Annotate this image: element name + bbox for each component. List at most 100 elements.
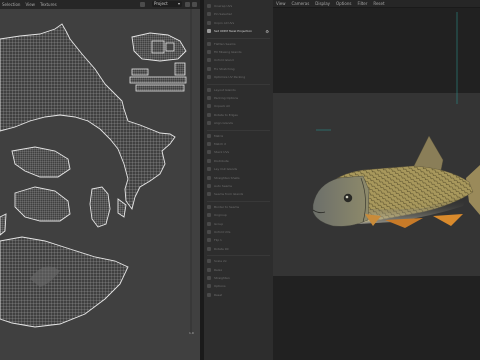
tool-icon [207, 230, 211, 234]
tool-icon [207, 192, 211, 197]
tool-item[interactable]: Optimize UV Packing [207, 74, 270, 80]
tool-item[interactable]: Unpin All UVs [207, 20, 270, 26]
tool-label: Pin Selected [214, 12, 233, 17]
tool-icon [207, 121, 211, 126]
uv-island-fin-bottom[interactable] [14, 186, 71, 222]
tool-label: Unpack All [214, 104, 230, 109]
tool-icon [207, 204, 211, 209]
tool-icon [207, 29, 211, 34]
tool-icon [207, 87, 211, 92]
tool-item[interactable]: Set UDIM Texel Projection ⚙ [207, 28, 270, 34]
tool-item[interactable]: Packing Options [207, 95, 270, 101]
tool-label: Flip U [214, 238, 223, 243]
tools-divider [207, 83, 270, 85]
tool-item[interactable]: Group [207, 221, 270, 227]
tool-icon [207, 50, 211, 54]
tool-item[interactable]: Distribute [207, 158, 270, 164]
uv-island-fin-left[interactable] [11, 146, 71, 178]
tool-item[interactable]: Options [207, 283, 270, 289]
tool-item[interactable]: Straighten [207, 275, 270, 281]
tool-item[interactable]: Straighten Shells [207, 175, 270, 181]
project-dropdown[interactable]: Project [152, 1, 182, 7]
tool-item[interactable]: Unfold UVs [207, 229, 270, 235]
tool-label: Ungroup [214, 213, 227, 218]
tool-item[interactable]: Reset [207, 292, 270, 298]
tool-item[interactable]: Stack UVs [207, 149, 270, 155]
tool-label: Fill Missing Islands [214, 50, 242, 54]
tool-item[interactable]: Unfold Island [207, 57, 270, 63]
viewport-canvas[interactable] [273, 0, 480, 360]
tool-label: Unfold Island [214, 58, 234, 63]
tool-label: Layout Islands [214, 87, 236, 92]
tool-icon [207, 96, 211, 100]
uv-island-eye-group[interactable] [129, 32, 187, 92]
tool-icon [207, 238, 211, 243]
tool-item[interactable]: Match X [207, 141, 270, 147]
tool-item[interactable]: Auto Seams [207, 183, 270, 189]
tool-icon [207, 267, 211, 272]
tool-icon [207, 41, 211, 46]
uv-canvas[interactable] [0, 9, 200, 360]
tool-label: Rotate 90 [214, 246, 229, 251]
tool-icon [207, 284, 211, 289]
tool-label: Straighten [214, 276, 230, 280]
tools-divider [207, 255, 270, 257]
uv-editor-header: Selection View Textures Project [0, 0, 200, 9]
tool-item[interactable]: Seams from Islands [207, 191, 270, 197]
tool-icon [207, 150, 211, 155]
tool-item[interactable]: Unpack All [207, 103, 270, 109]
tool-label: Stack UVs [214, 150, 230, 155]
tool-label: Unfold UVs [214, 230, 231, 234]
tool-item[interactable]: Lay Out Islands [207, 166, 270, 172]
menu-textures[interactable]: Textures [40, 2, 57, 7]
tool-item[interactable]: Flatten Seams [207, 41, 270, 47]
tool-icon [207, 75, 211, 80]
grid-icon[interactable] [192, 2, 197, 7]
tool-icon [207, 221, 211, 226]
tool-label: Straighten Shells [214, 175, 240, 180]
tool-label: Unpin All UVs [214, 20, 235, 25]
tool-item[interactable]: Fix Stretching [207, 66, 270, 72]
tool-label: Scale 2x [214, 259, 227, 264]
tool-item[interactable]: Rotate to Edges [207, 112, 270, 118]
menu-selection[interactable]: Selection [2, 2, 20, 7]
tool-item[interactable]: Layout Islands [207, 87, 270, 93]
tool-label: Relax [214, 267, 223, 272]
gear-icon[interactable]: ⚙ [265, 29, 269, 34]
tool-label: Set UDIM Texel Projection [214, 29, 253, 34]
tool-item[interactable]: Pin Selected [207, 11, 270, 17]
tool-icon [207, 276, 211, 280]
tool-label: Options [214, 284, 226, 289]
tool-item[interactable]: Relax [207, 267, 270, 273]
tool-item[interactable]: Fill Missing Islands [207, 49, 270, 55]
tool-icon [207, 66, 211, 71]
tool-item[interactable]: Align Islands [207, 120, 270, 126]
tool-item[interactable]: Scale 2x [207, 258, 270, 264]
tool-icon [207, 246, 211, 251]
tool-item[interactable]: Matrix [207, 133, 270, 139]
tool-item[interactable]: Unwrap UVs [207, 3, 270, 9]
tool-label: Rotate to Edges [214, 112, 238, 117]
tool-item[interactable]: Border to Seams [207, 204, 270, 210]
fish-model[interactable] [312, 135, 480, 228]
tool-label: Packing Options [214, 96, 239, 100]
tool-icon [207, 12, 211, 17]
tool-item[interactable]: Rotate 90 [207, 246, 270, 252]
uv-island-belly[interactable] [0, 236, 129, 328]
tool-label: Optimize UV Packing [214, 75, 246, 80]
tool-icon [207, 58, 211, 63]
tool-label: Matrix [214, 133, 224, 138]
tool-icon [207, 133, 211, 138]
settings-icon[interactable] [185, 2, 190, 7]
menu-view[interactable]: View [25, 2, 35, 7]
tool-label: Unwrap UVs [214, 4, 233, 8]
tool-item[interactable]: Ungroup [207, 212, 270, 218]
uv-island-fin-small[interactable] [89, 186, 111, 228]
tool-icon [207, 112, 211, 117]
tool-label: Seams from Islands [214, 192, 244, 197]
tool-item[interactable]: Flip U [207, 237, 270, 243]
uv-island-sliver[interactable] [0, 213, 7, 236]
uv-island-fin-tiny[interactable] [117, 198, 127, 218]
display-mode-icon[interactable] [140, 2, 145, 7]
tool-label: Flatten Seams [214, 41, 236, 46]
